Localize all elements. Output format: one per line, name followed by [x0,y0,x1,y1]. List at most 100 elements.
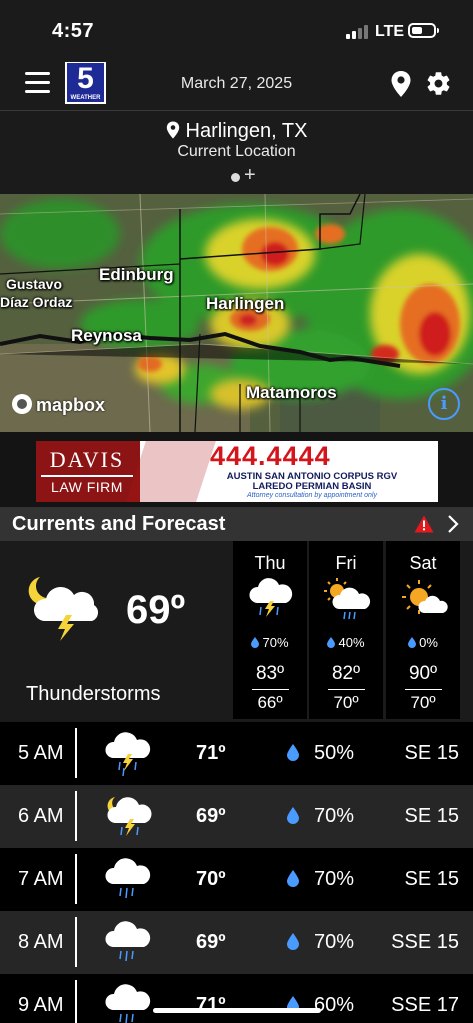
day-card-fri[interactable]: Fri 40% 82º 70º [309,541,383,719]
forecast-section-header[interactable]: Currents and Forecast [0,507,473,541]
day-high: 83º [255,663,285,684]
hourly-precip: 70% [314,931,355,953]
hourly-wind: SE 15 [404,868,459,890]
hourly-time: 7 AM [18,868,64,890]
radar-map[interactable]: Gustavo Díaz Ordaz Edinburg Reynosa Harl… [0,194,473,432]
ad-firm-name: DAVIS [41,447,133,477]
pager-dot[interactable] [231,173,240,182]
app-header: 5 WEATHER March 27, 2025 [0,62,473,110]
map-label-gustavo: Gustavo [6,276,63,292]
warning-triangle-icon[interactable] [414,515,434,533]
hourly-row[interactable]: 9 AM 71º 60% SSE 17 [0,974,473,1023]
hourly-precip: 70% [314,868,355,890]
thunderstorm-rain-icon [249,578,293,617]
raindrop-icon [287,870,299,887]
day-low: 66º [257,693,283,712]
location-marker-icon [166,121,179,139]
raindrop-icon [287,744,299,761]
day-card-thu[interactable]: Thu 70% 83º 66º [233,541,307,719]
row-divider [75,917,77,967]
rain-cloud-icon [105,858,151,899]
hourly-wind: SSE 17 [391,994,459,1016]
current-condition: Thunderstorms [26,683,161,705]
ad-banner[interactable]: DAVIS LAW FIRM 444.4444 AUSTIN SAN ANTON… [36,441,438,502]
chevron-right-icon[interactable] [446,514,460,534]
hourly-wind: SE 15 [404,742,459,764]
raindrop-icon [287,807,299,824]
add-location-button[interactable]: + [244,165,256,185]
hourly-temp: 69º [196,931,226,953]
hourly-row[interactable]: 8 AM 69º 70% SSE 15 [0,911,473,974]
hourly-wind: SSE 15 [391,931,459,953]
map-label-edinburg: Edinburg [99,265,174,284]
hourly-row[interactable]: 6 AM 69º 70% SE 15 [0,785,473,848]
location-pager[interactable]: + [231,165,261,185]
day-low: 70º [333,693,359,712]
signal-icon [346,25,370,39]
day-name: Thu [254,553,286,573]
row-divider [75,980,77,1023]
day-card-sat[interactable]: Sat 0% 90º 70º [386,541,460,719]
row-divider [75,728,77,778]
forecast-section-title: Currents and Forecast [12,513,226,535]
day-precip-value: 0% [419,635,438,650]
day-precip: 40% [309,635,383,650]
hourly-precip: 70% [314,805,355,827]
hourly-temp: 70º [196,868,226,890]
current-conditions: 69º Thunderstorms Thu 70% 83º 66º Fri 40… [0,541,473,722]
ad-firm-subname: LAW FIRM [51,479,123,495]
row-divider [75,854,77,904]
night-thunderstorm-icon [107,797,152,836]
hourly-time: 8 AM [18,931,64,953]
partly-sunny-icon [402,580,448,614]
day-precip: 70% [233,635,307,650]
map-info-button[interactable]: i [428,388,460,420]
hourly-time: 6 AM [18,805,64,827]
mapbox-text: mapbox [36,395,106,415]
hi-lo-divider [328,689,365,690]
raindrop-icon [287,933,299,950]
raindrop-icon [327,637,336,648]
partly-cloudy-night-thunderstorm-icon [28,577,99,641]
ad-disclaimer: Attorney consultation by appointment onl… [247,492,377,499]
hourly-precip: 50% [314,742,355,764]
day-high: 90º [408,663,438,684]
location-panel[interactable]: Harlingen, TX Current Location + [0,118,473,194]
current-temperature: 69º [126,588,186,632]
hourly-row[interactable]: 7 AM 70º 70% SE 15 [0,848,473,911]
battery-icon [408,23,439,38]
thunderstorm-rain-icon [105,732,151,777]
day-name: Sat [409,553,437,573]
settings-gear-icon[interactable] [425,70,452,97]
city-name: Harlingen, TX [185,120,308,142]
location-pin-icon[interactable] [390,70,412,98]
hi-lo-divider [405,689,442,690]
home-indicator[interactable] [153,1008,321,1013]
hourly-temp: 71º [196,742,226,764]
header-divider [0,110,473,111]
ad-phone: 444.4444 [210,441,331,471]
ad-firm-block: DAVIS LAW FIRM [36,441,140,502]
location-subtitle: Current Location [177,143,296,160]
sun-cloud-rain-icon [324,578,371,620]
hourly-precip: 60% [314,994,355,1016]
raindrop-icon [408,637,417,648]
hourly-temp: 69º [196,805,226,827]
day-precip-value: 40% [338,635,365,650]
day-high: 82º [331,663,361,684]
day-low: 70º [410,693,436,712]
status-time: 4:57 [52,20,95,42]
hi-lo-divider [252,689,289,690]
hourly-temp: 71º [196,994,226,1016]
row-divider [75,791,77,841]
raindrop-icon [251,637,260,648]
mapbox-attribution: mapbox [12,394,105,416]
hourly-row[interactable]: 5 AM 71º 50% SE 15 [0,722,473,785]
ad-banner-container: DAVIS LAW FIRM 444.4444 AUSTIN SAN ANTON… [0,432,473,507]
day-precip: 0% [386,635,460,650]
rain-cloud-icon [105,984,151,1023]
map-label-reynosa: Reynosa [71,326,142,345]
network-label: LTE [375,23,405,40]
rain-cloud-icon [105,921,151,962]
day-precip-value: 70% [262,635,289,650]
